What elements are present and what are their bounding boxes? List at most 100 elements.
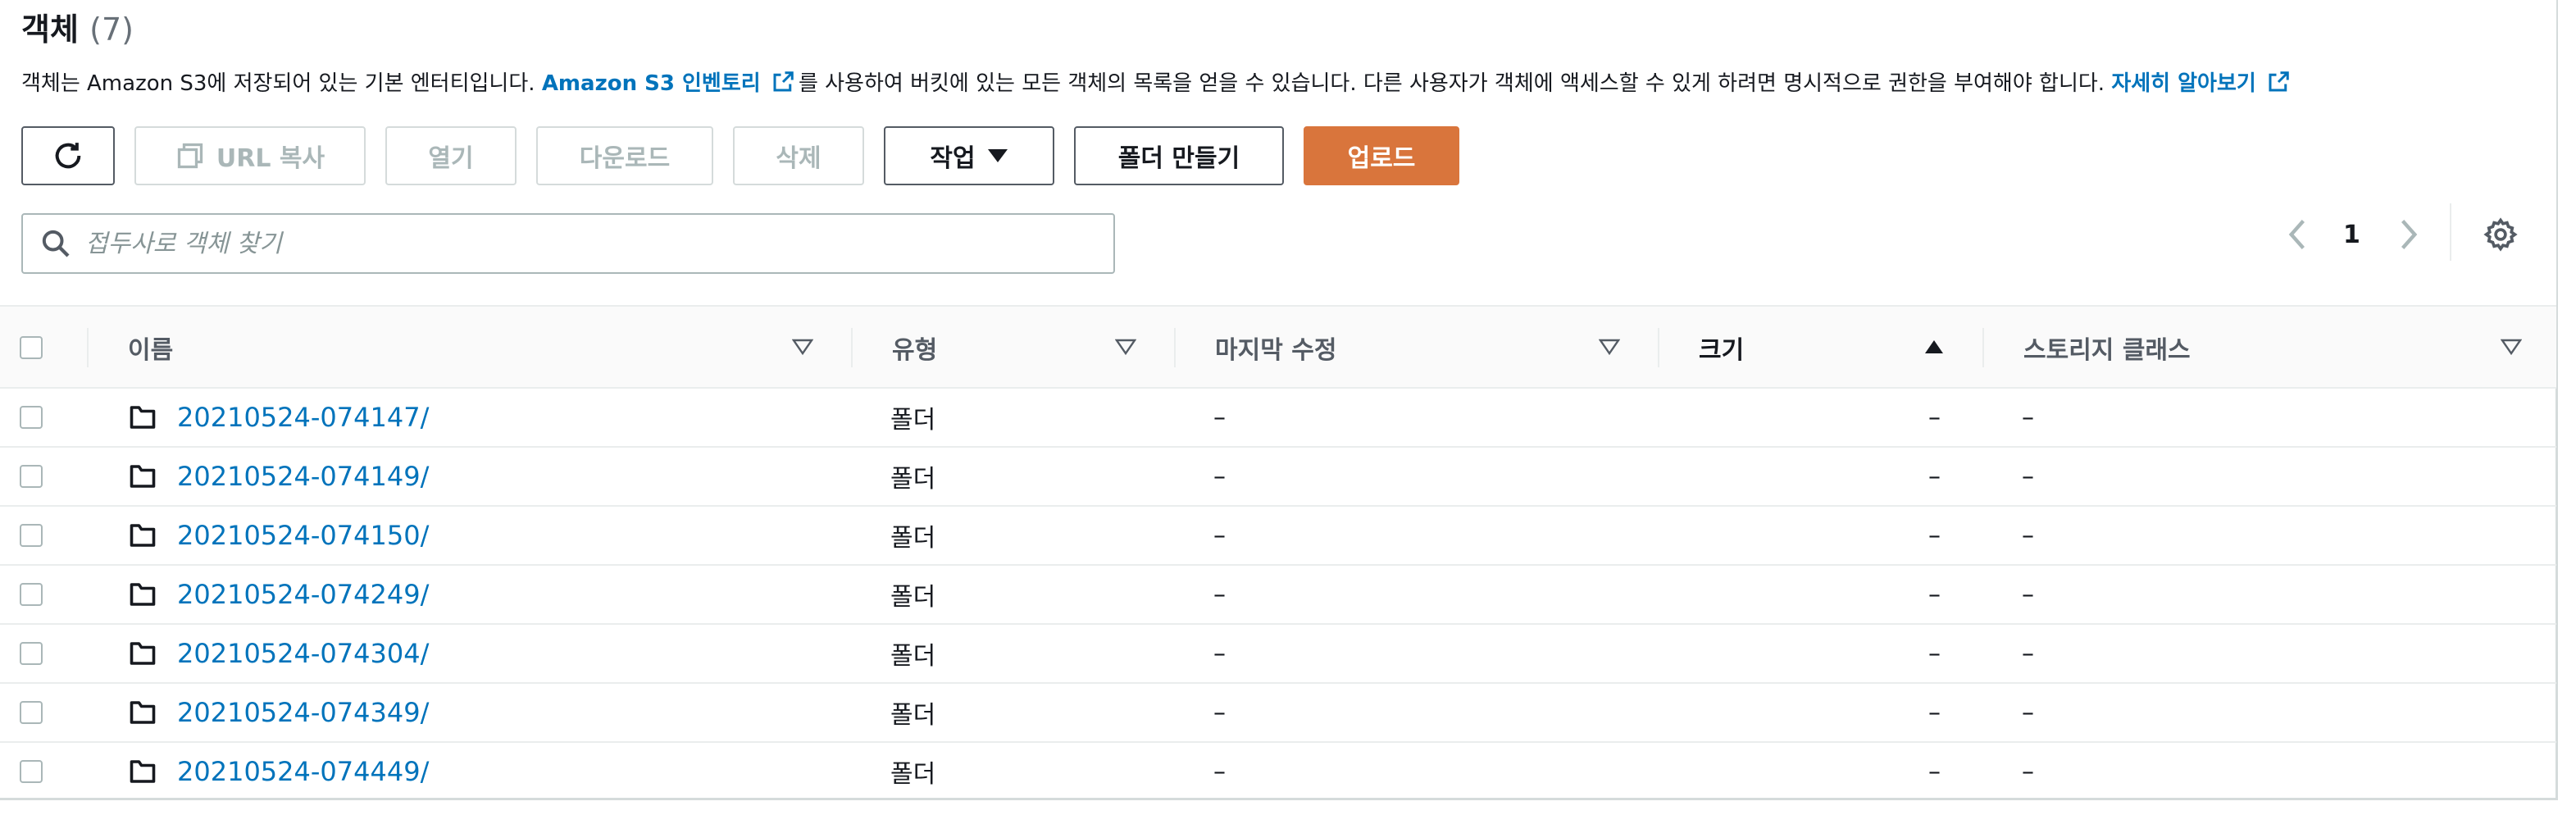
column-header-name[interactable]: 이름 xyxy=(128,307,173,389)
column-divider xyxy=(1658,328,1659,367)
delete-button[interactable]: 삭제 xyxy=(733,126,864,185)
refresh-icon xyxy=(55,143,81,169)
column-header-size[interactable]: 크기 xyxy=(1699,307,1744,389)
object-name-link[interactable]: 20210524-074149/ xyxy=(177,461,429,492)
object-count: (7) xyxy=(89,11,134,48)
open-button[interactable]: 열기 xyxy=(385,126,517,185)
row-checkbox[interactable] xyxy=(20,701,43,724)
refresh-button[interactable] xyxy=(21,126,115,185)
object-size: – xyxy=(1928,403,1941,432)
table-row: 20210524-074449/ 폴더 – – – xyxy=(0,743,2556,802)
object-type: 폴더 xyxy=(890,465,936,494)
folder-icon xyxy=(130,583,156,606)
page-number[interactable]: 1 xyxy=(2343,221,2360,249)
copy-url-button[interactable]: URL 복사 xyxy=(134,126,366,185)
object-size: – xyxy=(1928,757,1941,786)
upload-button[interactable]: 업로드 xyxy=(1304,126,1459,185)
create-folder-label: 폴더 만들기 xyxy=(1117,144,1240,173)
object-name-link[interactable]: 20210524-074449/ xyxy=(177,756,429,787)
object-name-link[interactable]: 20210524-074349/ xyxy=(177,697,429,728)
object-type: 폴더 xyxy=(890,524,936,553)
object-last-modified: – xyxy=(1213,639,1226,668)
external-link-icon xyxy=(773,71,794,92)
folder-icon xyxy=(130,406,156,429)
row-checkbox[interactable] xyxy=(20,642,43,665)
copy-icon xyxy=(177,143,203,169)
download-button[interactable]: 다운로드 xyxy=(536,126,713,185)
description-text-2: 를 사용하여 버킷에 있는 모든 객체의 목록을 얻을 수 있습니다. 다른 사… xyxy=(798,71,2112,96)
table-header: 이름 유형 마지막 수정 크기 스토리지 클래스 xyxy=(0,305,2556,389)
object-size: – xyxy=(1928,521,1941,550)
pagination-divider xyxy=(2450,203,2451,261)
section-title-text: 객체 xyxy=(21,11,79,48)
external-link-icon xyxy=(2269,71,2289,92)
learn-more-link[interactable]: 자세히 알아보기 xyxy=(2111,71,2256,96)
object-type: 폴더 xyxy=(890,406,936,435)
object-last-modified: – xyxy=(1213,462,1226,491)
object-storage-class: – xyxy=(2022,580,2034,609)
chevron-left-icon[interactable] xyxy=(2282,216,2312,253)
table-row: 20210524-074150/ 폴더 – – – xyxy=(0,507,2556,566)
folder-icon xyxy=(130,760,156,783)
row-checkbox[interactable] xyxy=(20,406,43,429)
delete-label: 삭제 xyxy=(776,144,821,173)
column-divider xyxy=(1174,328,1176,367)
object-storage-class: – xyxy=(2022,698,2034,727)
object-size: – xyxy=(1928,580,1941,609)
inventory-link[interactable]: Amazon S3 인벤토리 xyxy=(542,71,761,96)
table-row: 20210524-074249/ 폴더 – – – xyxy=(0,566,2556,625)
object-size: – xyxy=(1928,462,1941,491)
row-checkbox[interactable] xyxy=(20,583,43,606)
sort-icon[interactable] xyxy=(1599,338,1620,356)
sort-icon[interactable] xyxy=(1115,338,1136,356)
settings-wrap xyxy=(2483,212,2519,257)
select-all-checkbox[interactable] xyxy=(20,336,43,359)
object-size: – xyxy=(1928,639,1941,668)
object-name-link[interactable]: 20210524-074150/ xyxy=(177,520,429,551)
sort-ascending-icon[interactable] xyxy=(1923,338,1945,356)
caret-down-icon xyxy=(987,149,1008,162)
pagination xyxy=(2282,212,2312,257)
objects-table: 이름 유형 마지막 수정 크기 스토리지 클래스 20210524-074147… xyxy=(0,305,2556,802)
section-title: 객체 (7) xyxy=(21,7,134,52)
chevron-right-icon[interactable] xyxy=(2394,216,2424,253)
column-divider xyxy=(87,328,89,367)
folder-icon xyxy=(130,524,156,547)
create-folder-button[interactable]: 폴더 만들기 xyxy=(1074,126,1284,185)
table-row: 20210524-074147/ 폴더 – – – xyxy=(0,389,2556,448)
object-name-link[interactable]: 20210524-074304/ xyxy=(177,638,429,669)
select-all-cell xyxy=(20,307,43,389)
object-last-modified: – xyxy=(1213,580,1226,609)
row-checkbox[interactable] xyxy=(20,760,43,783)
column-header-last-modified[interactable]: 마지막 수정 xyxy=(1215,307,1336,389)
column-header-storage-class[interactable]: 스토리지 클래스 xyxy=(2023,307,2191,389)
object-last-modified: – xyxy=(1213,521,1226,550)
folder-icon xyxy=(130,465,156,488)
object-name-link[interactable]: 20210524-074249/ xyxy=(177,579,429,610)
upload-label: 업로드 xyxy=(1347,144,1416,173)
actions-dropdown[interactable]: 작업 xyxy=(884,126,1054,185)
object-storage-class: – xyxy=(2022,639,2034,668)
sort-icon[interactable] xyxy=(792,338,813,356)
column-header-type[interactable]: 유형 xyxy=(892,307,937,389)
search-input[interactable] xyxy=(84,228,1071,259)
folder-icon xyxy=(130,642,156,665)
gear-icon[interactable] xyxy=(2483,216,2519,253)
objects-panel: 객체 (7) 객체는 Amazon S3에 저장되어 있는 기본 엔터티입니다.… xyxy=(0,0,2558,800)
folder-icon xyxy=(130,701,156,724)
object-last-modified: – xyxy=(1213,698,1226,727)
object-last-modified: – xyxy=(1213,403,1226,432)
object-storage-class: – xyxy=(2022,757,2034,786)
object-type: 폴더 xyxy=(890,760,936,789)
table-row: 20210524-074149/ 폴더 – – – xyxy=(0,448,2556,507)
object-storage-class: – xyxy=(2022,462,2034,491)
sort-icon[interactable] xyxy=(2501,338,2522,356)
download-label: 다운로드 xyxy=(579,144,671,173)
object-name-link[interactable]: 20210524-074147/ xyxy=(177,402,429,433)
object-storage-class: – xyxy=(2022,521,2034,550)
row-checkbox[interactable] xyxy=(20,465,43,488)
column-divider xyxy=(1982,328,1984,367)
objects-header: 객체 (7) 객체는 Amazon S3에 저장되어 있는 기본 엔터티입니다.… xyxy=(0,0,2556,305)
table-body: 20210524-074147/ 폴더 – – – 20210524-07414… xyxy=(0,389,2556,802)
row-checkbox[interactable] xyxy=(20,524,43,547)
